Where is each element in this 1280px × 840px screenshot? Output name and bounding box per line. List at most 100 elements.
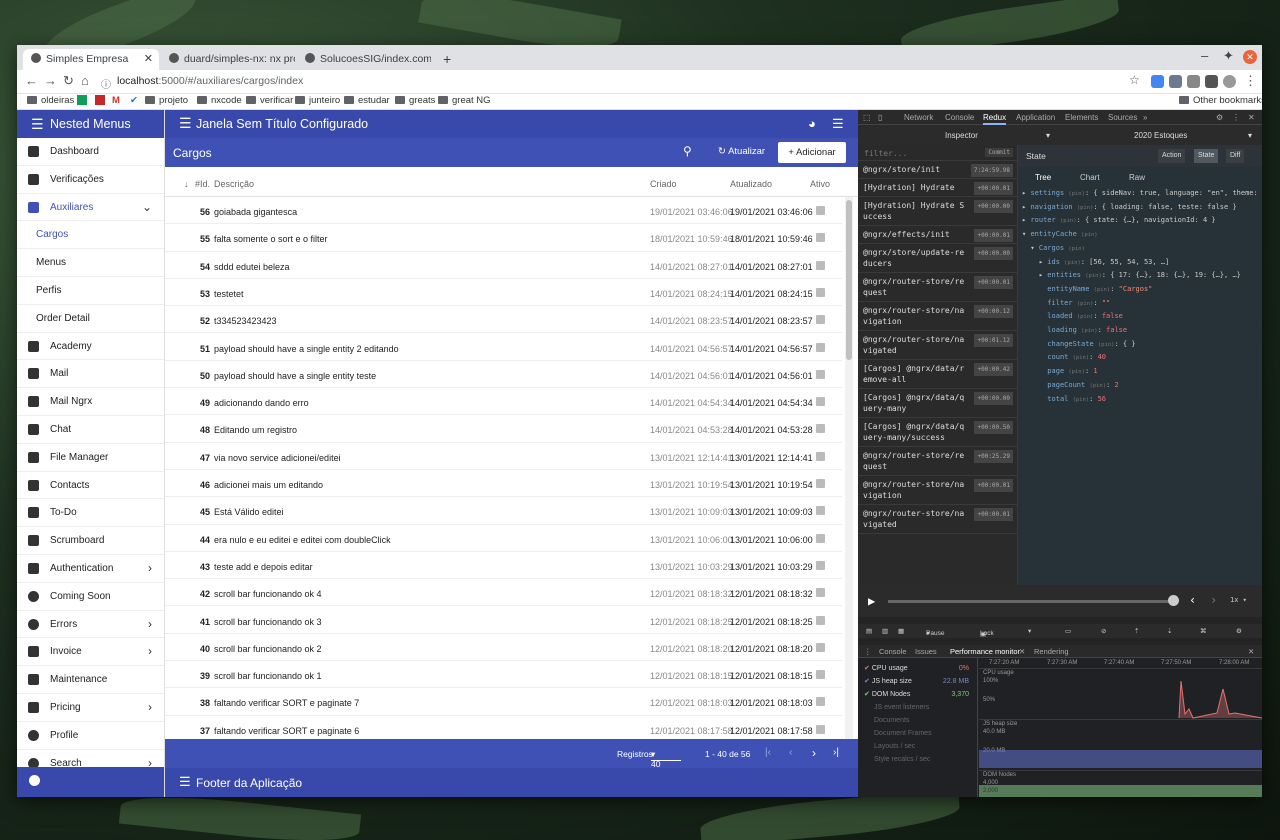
play-icon[interactable]: ▶ bbox=[868, 594, 875, 608]
state-button[interactable]: State bbox=[1194, 149, 1219, 163]
table-row[interactable]: 52 t334523423423 14/01/2021 08:23:57 14/01/… bbox=[165, 306, 842, 334]
redux-action-item[interactable]: @ngrx/store/init 7:24:59.98 bbox=[858, 161, 1017, 179]
active-checkbox[interactable] bbox=[816, 697, 825, 707]
refresh-button[interactable]: ↻ Atualizar bbox=[718, 146, 765, 157]
sidebar-item-mail[interactable]: Mail bbox=[17, 360, 164, 389]
table-row[interactable]: 51 payload should have a single entity 2 … bbox=[165, 334, 842, 361]
extension-icon[interactable] bbox=[1187, 75, 1200, 88]
instance-select[interactable]: 2020 Estoques bbox=[1134, 131, 1187, 140]
drawer-tab-issues[interactable]: Issues bbox=[915, 647, 937, 656]
puzzle-icon[interactable] bbox=[1205, 75, 1218, 88]
tab-sources[interactable]: Sources bbox=[1108, 113, 1137, 122]
settings-icon[interactable]: ⚙ bbox=[1236, 627, 1242, 635]
bookmark-folder[interactable]: estudar bbox=[344, 95, 390, 106]
active-checkbox[interactable] bbox=[816, 233, 825, 243]
sidebar-item-profile[interactable]: Profile bbox=[17, 722, 164, 750]
action-button[interactable]: Action bbox=[1158, 149, 1186, 163]
browser-tab[interactable]: duard/simples-nx: nx project bbox=[161, 49, 295, 70]
browser-tab-active[interactable]: Simples Empresa ✕ bbox=[23, 49, 159, 70]
menu-icon[interactable]: ☰ bbox=[31, 110, 44, 138]
step-forward-icon[interactable]: › bbox=[1210, 593, 1217, 607]
tab-network[interactable]: Network bbox=[904, 113, 933, 122]
active-checkbox[interactable] bbox=[816, 724, 825, 734]
metric-document-frames[interactable]: Document Frames bbox=[864, 727, 971, 740]
redux-action-item[interactable]: [Cargos] @ngrx/data/remove-all +00:00.42 bbox=[858, 360, 1017, 389]
layout-icon[interactable]: ▤ bbox=[866, 627, 872, 635]
extension-icon[interactable] bbox=[1169, 75, 1182, 88]
sidebar-item-verificacoes[interactable]: Verificações bbox=[17, 166, 164, 194]
active-checkbox[interactable] bbox=[816, 642, 825, 652]
speed-select[interactable]: 1x ▾ bbox=[1230, 596, 1247, 604]
table-row[interactable]: 45 Está Válido editei 13/01/2021 10:09:03 1… bbox=[165, 497, 842, 525]
table-row[interactable]: 43 teste add e depois editar 13/01/2021 10… bbox=[165, 552, 842, 580]
sort-arrow-icon[interactable]: ↓ bbox=[184, 179, 189, 189]
metric-event-listeners[interactable]: JS event listeners bbox=[864, 701, 971, 714]
table-row[interactable]: 53 testetet 14/01/2021 08:24:15 14/01/2021 … bbox=[165, 279, 842, 307]
diff-button[interactable]: Diff bbox=[1226, 149, 1245, 163]
sidebar-item-cargos[interactable]: Cargos bbox=[17, 221, 164, 250]
metric-heap[interactable]: ✔ JS heap size 22.8 MB bbox=[864, 675, 971, 688]
bookmark-folder[interactable]: verificar bbox=[246, 95, 293, 106]
state-tree[interactable]: ▸ settings (pin): { sideNav: true, langu… bbox=[1018, 187, 1262, 406]
redux-action-item[interactable]: @ngrx/router-store/navigated +00:00.01 bbox=[858, 505, 1017, 534]
first-page-icon[interactable]: |‹ bbox=[765, 747, 771, 758]
redux-action-item[interactable]: [Cargos] @ngrx/data/query-many +00:00.00 bbox=[858, 389, 1017, 418]
step-back-icon[interactable]: ‹ bbox=[1189, 593, 1196, 607]
more-tabs-icon[interactable]: » bbox=[1143, 113, 1147, 122]
settings-icon[interactable]: ⚙ bbox=[1216, 113, 1223, 122]
more-menu-icon[interactable]: ⋮ bbox=[864, 647, 872, 656]
metric-cpu[interactable]: ✔ CPU usage 0% bbox=[864, 662, 971, 675]
redux-action-item[interactable]: @ngrx/router-store/request +00:25.29 bbox=[858, 447, 1017, 476]
bookmark-icon[interactable] bbox=[77, 95, 87, 105]
metric-dom-nodes[interactable]: ✔ DOM Nodes 3,370 bbox=[864, 688, 971, 701]
table-row[interactable]: 48 Editando um registro 14/01/2021 04:53:2… bbox=[165, 415, 842, 443]
bookmark-folder[interactable]: great NG bbox=[438, 95, 491, 106]
drawer-tab-console[interactable]: Console bbox=[879, 647, 907, 656]
redux-action-item[interactable]: @ngrx/store/update-reducers +00:00.00 bbox=[858, 244, 1017, 273]
column-header-created[interactable]: Criado bbox=[650, 179, 677, 189]
column-header-description[interactable]: Descrição bbox=[214, 179, 254, 189]
keyboard-icon[interactable]: ▭ bbox=[1065, 627, 1071, 635]
sidebar-item-pricing[interactable]: Pricing › bbox=[17, 694, 164, 722]
extension-icon[interactable] bbox=[1151, 75, 1164, 88]
drawer-tab-performance-monitor[interactable]: Performance monitor bbox=[950, 647, 1020, 656]
inspect-icon[interactable]: ⬚ bbox=[863, 113, 871, 122]
redux-action-item[interactable]: @ngrx/router-store/request +00:00.01 bbox=[858, 273, 1017, 302]
slider-handle[interactable] bbox=[1168, 595, 1179, 606]
sidebar-item-file-manager[interactable]: File Manager bbox=[17, 444, 164, 472]
close-drawer-icon[interactable]: ✕ bbox=[1248, 647, 1254, 656]
bookmark-folder[interactable]: greats bbox=[395, 95, 435, 106]
profile-avatar[interactable] bbox=[1223, 75, 1236, 88]
table-row[interactable]: 37 faltando verificar SORT e paginate 6 12… bbox=[165, 716, 842, 739]
sidebar-item-menus[interactable]: Menus bbox=[17, 249, 164, 277]
metric-style-recalcs[interactable]: Style recalcs / sec bbox=[864, 753, 971, 766]
home-icon[interactable]: ⌂ bbox=[81, 73, 89, 88]
tab-raw[interactable]: Raw bbox=[1129, 173, 1145, 182]
column-header-updated[interactable]: Atualizado bbox=[730, 179, 772, 189]
back-icon[interactable]: ← bbox=[25, 73, 38, 88]
close-window-icon[interactable]: ✕ bbox=[1243, 50, 1257, 64]
maximize-icon[interactable]: ✦ bbox=[1223, 48, 1234, 64]
table-row[interactable]: 39 scroll bar funcionando ok 1 12/01/2021 … bbox=[165, 661, 842, 689]
active-checkbox[interactable] bbox=[816, 670, 825, 680]
browser-tab[interactable]: SolucoesSIG/index.compone bbox=[297, 49, 431, 70]
sidebar-item-scrumboard[interactable]: Scrumboard bbox=[17, 527, 164, 555]
check-icon[interactable]: ✔ bbox=[130, 95, 138, 106]
tab-redux[interactable]: Redux bbox=[983, 113, 1007, 125]
more-menu-icon[interactable]: ⋮ bbox=[1244, 73, 1257, 89]
table-row[interactable]: 49 adicionando dando erro 14/01/2021 04:54… bbox=[165, 388, 842, 416]
import-icon[interactable]: ⇡ bbox=[1134, 627, 1139, 635]
redux-action-item[interactable]: @ngrx/router-store/navigated +00:01.12 bbox=[858, 331, 1017, 360]
bookmark-folder[interactable]: nxcode bbox=[197, 95, 242, 106]
previous-page-icon[interactable]: ‹ bbox=[789, 747, 792, 758]
inspector-select[interactable]: Inspector bbox=[945, 131, 978, 140]
sidebar-item-dashboard[interactable]: Dashboard bbox=[17, 138, 164, 166]
sidebar-item-academy[interactable]: Academy bbox=[17, 333, 164, 361]
other-bookmarks[interactable]: Other bookmarks bbox=[1179, 95, 1262, 106]
active-checkbox[interactable] bbox=[816, 506, 825, 516]
tab-tree[interactable]: Tree bbox=[1035, 173, 1051, 182]
device-icon[interactable]: ▯ bbox=[878, 113, 882, 122]
redux-action-item[interactable]: @ngrx/router-store/navigation +00:00.12 bbox=[858, 302, 1017, 331]
tab-console[interactable]: Console bbox=[945, 113, 974, 122]
reload-icon[interactable]: ↻ bbox=[63, 73, 74, 89]
